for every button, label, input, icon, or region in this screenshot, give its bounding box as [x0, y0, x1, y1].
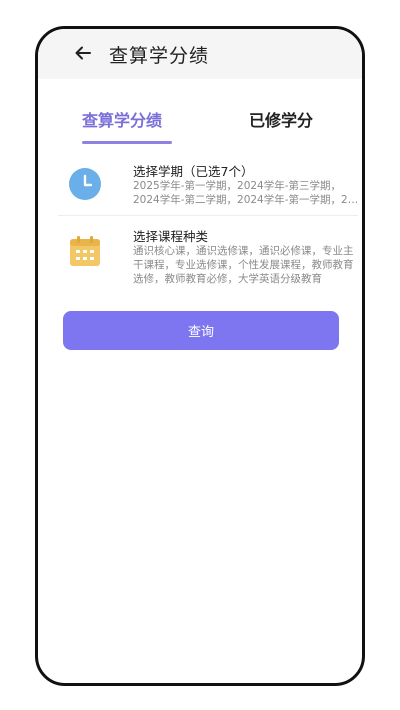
calendar-icon	[70, 236, 100, 266]
row-divider	[58, 215, 358, 216]
clock-icon	[69, 168, 101, 200]
semester-line-1: 2025学年-第一学期，2024学年-第三学期，	[133, 180, 342, 192]
query-button[interactable]: 查询	[63, 311, 339, 350]
semester-line-2: 2024学年-第二学期，2024学年-第一学期，2…	[133, 194, 359, 206]
tab-label: 已修学分	[249, 111, 314, 130]
course-type-selection: 通识核心课，通识选修课，通识必修课，专业主干课程，专业选修课，个性发展课程，教师…	[133, 245, 354, 285]
select-course-type-row[interactable]: 选择课程种类 通识核心课，通识选修课，通识必修课，专业主干课程，专业选修课，个性…	[38, 224, 362, 294]
semester-selection: 2025学年-第一学期，2024学年-第三学期， 2024学年-第二学期，202…	[133, 179, 361, 207]
tab-completed-credits[interactable]: 已修学分	[249, 107, 319, 147]
tab-label: 查算学分绩	[82, 111, 163, 130]
course-type-title: 选择课程种类	[133, 229, 209, 244]
tab-calculate-gpa[interactable]: 查算学分绩	[82, 107, 172, 147]
back-arrow-icon	[75, 46, 91, 60]
tab-bar: 查算学分绩 已修学分	[38, 107, 362, 147]
top-bar: 查算学分绩	[38, 29, 362, 79]
back-button[interactable]	[72, 42, 94, 64]
select-semester-row[interactable]: 选择学期（已选7个） 2025学年-第一学期，2024学年-第三学期， 2024…	[38, 159, 362, 213]
active-tab-indicator	[82, 141, 172, 144]
phone-frame: 查算学分绩 查算学分绩 已修学分 选择学期（已选7个） 2025学年-第一学期，…	[35, 26, 365, 686]
page-title: 查算学分绩	[109, 45, 210, 67]
semester-title: 选择学期（已选7个）	[133, 164, 254, 179]
